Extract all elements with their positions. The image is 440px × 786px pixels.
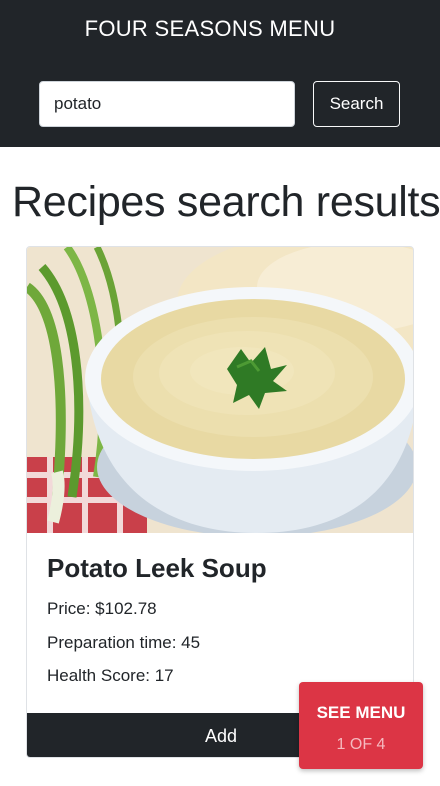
search-button[interactable]: Search: [313, 81, 400, 127]
recipe-prep-time: Preparation time: 45: [47, 633, 201, 652]
page-title: Recipes search results: [12, 178, 440, 226]
recipe-health-score: Health Score: 17: [47, 666, 174, 685]
search-input[interactable]: [39, 81, 295, 127]
top-navbar: FOUR SEASONS MENU Search: [0, 0, 440, 147]
brand-title[interactable]: FOUR SEASONS MENU: [0, 16, 420, 42]
recipe-title[interactable]: Potato Leek Soup: [47, 553, 267, 584]
see-menu-label: SEE MENU: [316, 703, 406, 722]
menu-count: 1 OF 4: [336, 736, 386, 753]
recipe-image: [27, 247, 413, 533]
see-menu-button[interactable]: SEE MENU 1 OF 4: [299, 682, 423, 769]
recipe-price: Price: $102.78: [47, 599, 157, 618]
